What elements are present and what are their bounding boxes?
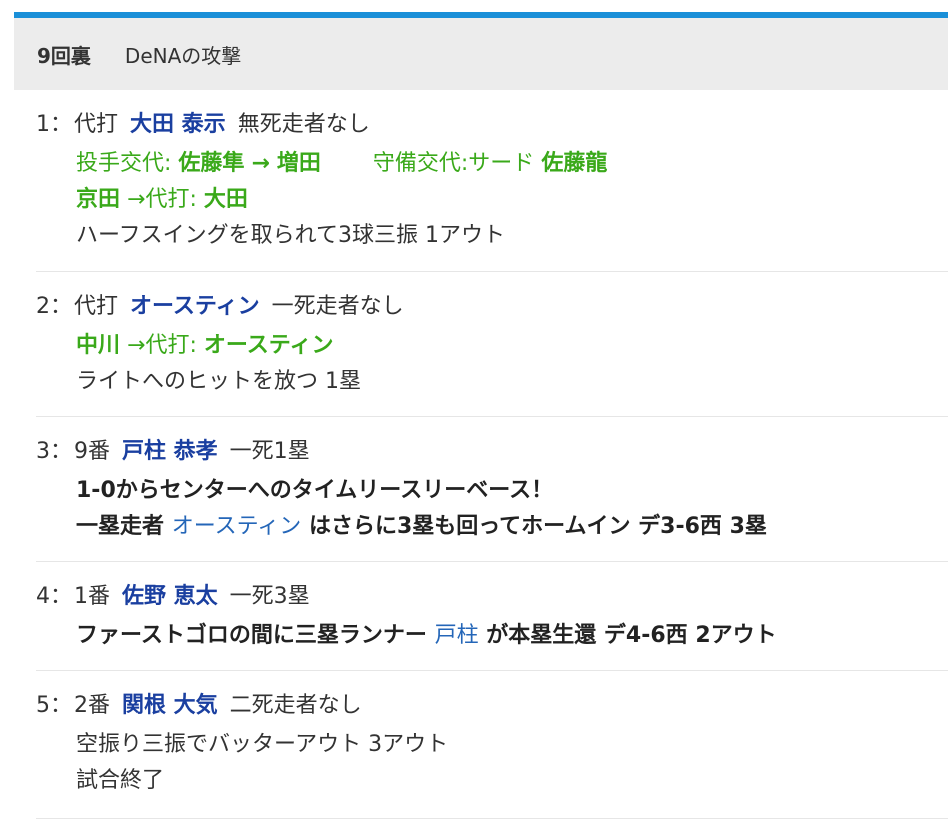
play-result: 空振り三振でバッターアウト 3アウト xyxy=(76,732,449,757)
pitcher-from: 佐藤隼 xyxy=(178,151,245,176)
play-result: ライトへのヒットを放つ 1塁 xyxy=(76,369,361,394)
situation-text: 一死走者なし xyxy=(271,294,404,319)
pinch-hitter-line: 中川 →代打: オースティン xyxy=(76,328,948,364)
pitcher-to: 増田 xyxy=(276,151,321,176)
batter-name-link[interactable]: 佐野 恵太 xyxy=(122,584,218,609)
batter-name-link[interactable]: 大田 泰示 xyxy=(130,112,226,137)
play-list: 1：代打 大田 泰示 無死走者なし 投手交代: 佐藤隼 → 増田 守備交代:サード … xyxy=(36,90,948,819)
play-number: 4： xyxy=(36,584,72,609)
result-text-a: ファーストゴロの間に三塁ランナー xyxy=(76,623,427,648)
result-text-b: が本塁生還 デ4-6西 2アウト xyxy=(486,623,777,648)
play-item-1: 1：代打 大田 泰示 無死走者なし 投手交代: 佐藤隼 → 増田 守備交代:サード … xyxy=(36,90,948,272)
play-result-runner: 一塁走者 オースティン はさらに3塁も回ってホームイン デ3-6西 3塁 xyxy=(76,509,948,545)
batting-position: 1番 xyxy=(74,584,110,609)
batting-position: 2番 xyxy=(74,693,110,718)
play-number: 5： xyxy=(36,693,72,718)
situation-text: 無死走者なし xyxy=(237,112,370,137)
pinch-hitter-label: →代打: xyxy=(127,333,197,358)
play-item-4: 4：1番 佐野 恵太 一死3塁 ファーストゴロの間に三塁ランナー 戸柱 が本塁生還 … xyxy=(36,562,948,671)
play-result: 1-0からセンターへのタイムリースリーベース！ xyxy=(76,478,554,503)
arrow-icon: → xyxy=(251,151,270,176)
runner-name-link[interactable]: オースティン xyxy=(172,514,302,539)
pinch-hitter: 大田 xyxy=(203,187,248,212)
play-number: 2： xyxy=(36,294,72,319)
pinch-hitter: オースティン xyxy=(203,333,334,358)
play-head: 2：代打 オースティン 一死走者なし xyxy=(36,292,948,322)
play-item-3: 3：9番 戸柱 恭孝 一死1塁 1-0からセンターへのタイムリースリーベース！ 一塁… xyxy=(36,417,948,562)
play-number: 3： xyxy=(36,439,72,464)
pitcher-change-label: 投手交代: xyxy=(76,151,172,176)
batter-name-link[interactable]: 戸柱 恭孝 xyxy=(122,439,218,464)
play-head: 5：2番 関根 大気 二死走者なし xyxy=(36,691,948,721)
play-item-2: 2：代打 オースティン 一死走者なし 中川 →代打: オースティン ライトへのヒット… xyxy=(36,272,948,417)
batting-position: 代打 xyxy=(74,112,119,137)
play-result: ファーストゴロの間に三塁ランナー 戸柱 が本塁生還 デ4-6西 2アウト xyxy=(76,618,948,654)
replaced-player: 中川 xyxy=(76,333,121,358)
situation-text: 二死走者なし xyxy=(229,693,362,718)
play-item-5: 5：2番 関根 大気 二死走者なし 空振り三振でバッターアウト 3アウト 試合終了 xyxy=(36,671,948,819)
play-head: 1：代打 大田 泰示 無死走者なし xyxy=(36,110,948,140)
batting-position: 9番 xyxy=(74,439,110,464)
batting-position: 代打 xyxy=(74,294,119,319)
runner-name-link[interactable]: 戸柱 xyxy=(435,623,479,648)
batter-name-link[interactable]: オースティン xyxy=(130,294,260,319)
replaced-player: 京田 xyxy=(76,187,121,212)
pinch-hitter-label: →代打: xyxy=(127,187,197,212)
situation-text: 一死3塁 xyxy=(229,584,310,609)
play-number: 1： xyxy=(36,112,72,137)
play-head: 4：1番 佐野 恵太 一死3塁 xyxy=(36,582,948,612)
situation-text: 一死1塁 xyxy=(229,439,310,464)
attack-label: DeNAの攻撃 xyxy=(124,43,242,68)
inning-header: 9回裏 DeNAの攻撃 xyxy=(14,18,948,90)
game-end-text: 試合終了 xyxy=(76,768,165,793)
play-result: ハーフスイングを取られて3球三振 1アウト xyxy=(76,223,506,248)
substitution-line: 投手交代: 佐藤隼 → 増田 守備交代:サード 佐藤龍 xyxy=(76,146,948,182)
defense-player: 佐藤龍 xyxy=(541,151,608,176)
runner-result: はさらに3塁も回ってホームイン デ3-6西 3塁 xyxy=(308,514,767,539)
defense-change-label: 守備交代:サード xyxy=(372,151,535,176)
batter-name-link[interactable]: 関根 大気 xyxy=(122,693,218,718)
play-head: 3：9番 戸柱 恭孝 一死1塁 xyxy=(36,437,948,467)
inning-label: 9回裏 xyxy=(37,43,91,68)
pinch-hitter-line: 京田 →代打: 大田 xyxy=(76,182,948,218)
runner-label: 一塁走者 xyxy=(76,514,165,539)
